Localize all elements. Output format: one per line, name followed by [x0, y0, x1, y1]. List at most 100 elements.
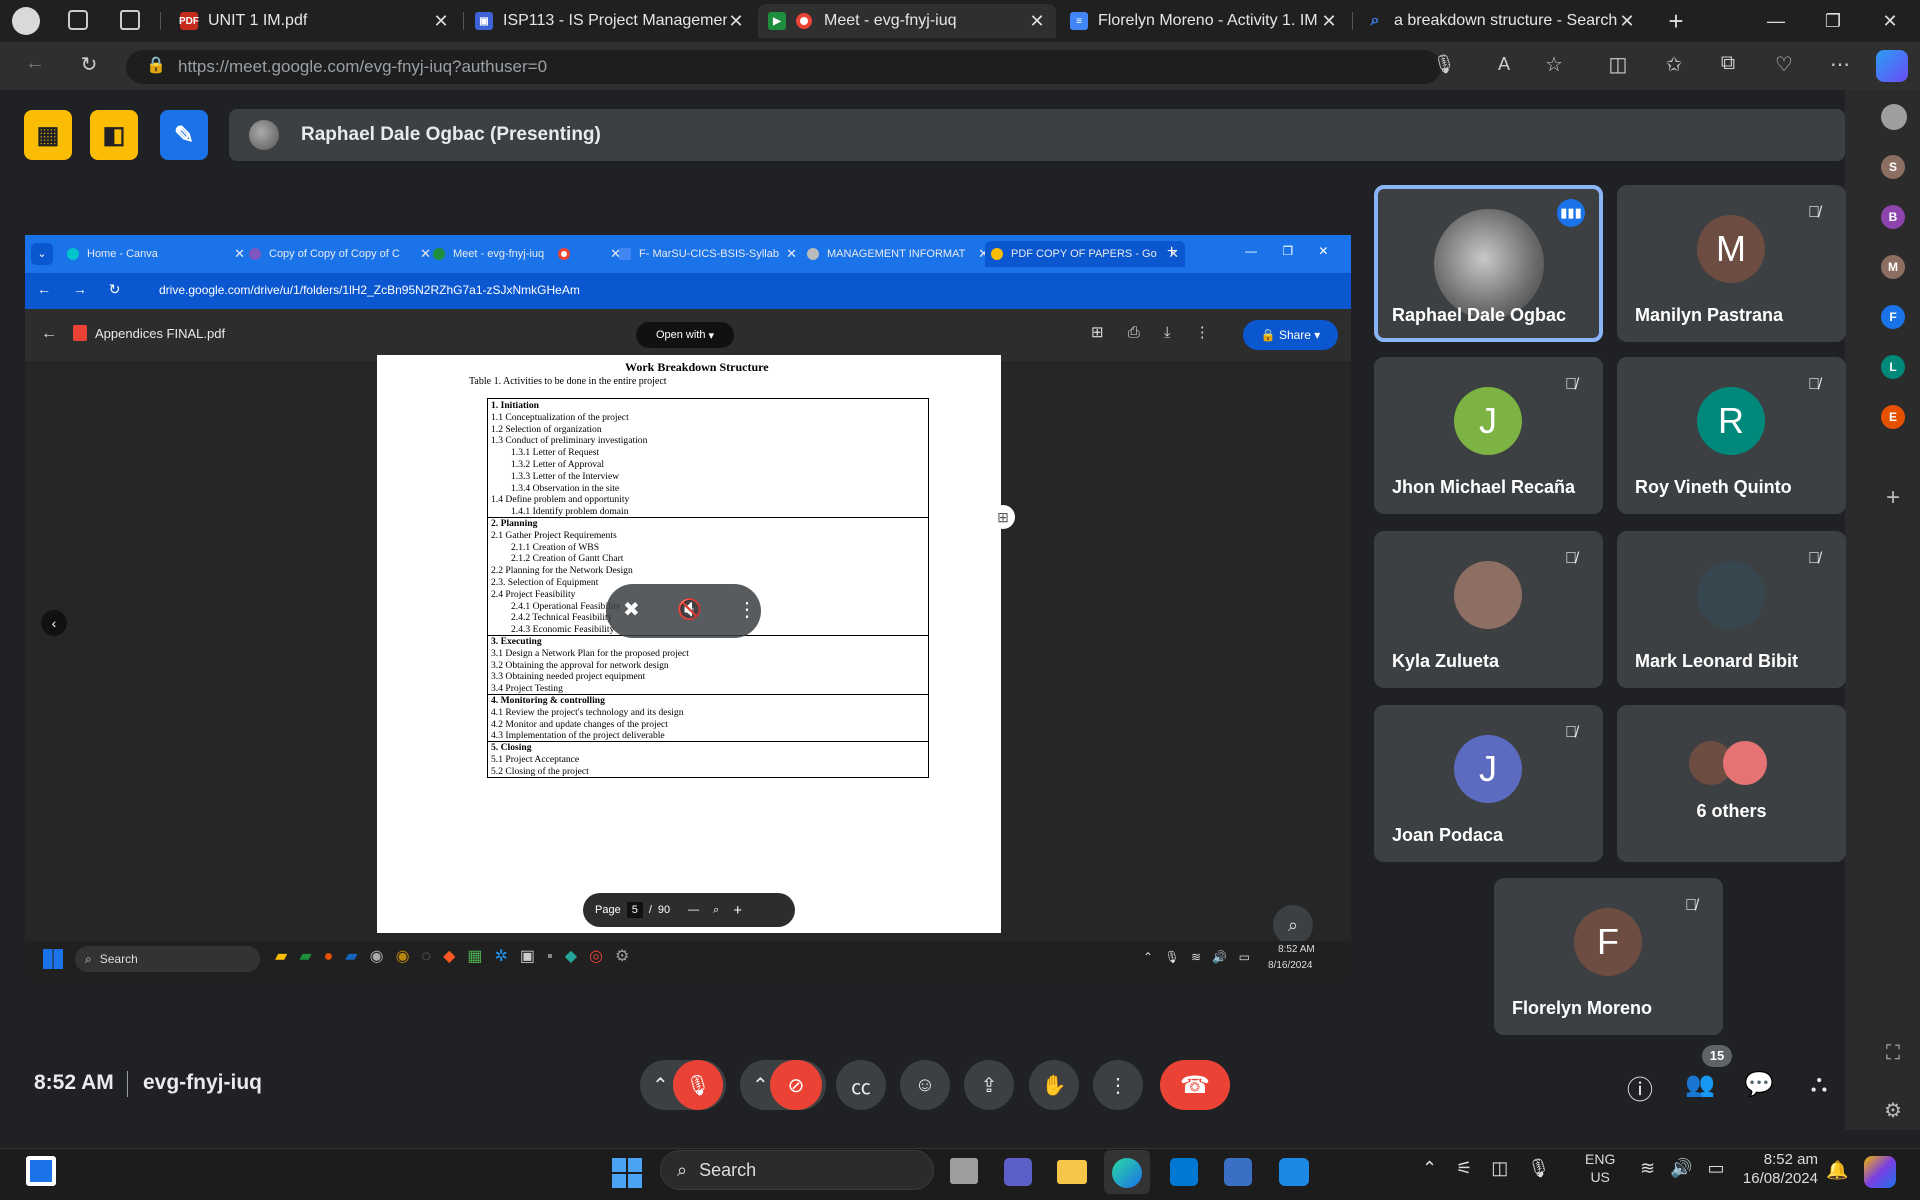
close-icon[interactable]: ✕: [1028, 11, 1046, 32]
split-screen-icon[interactable]: ◫: [1604, 52, 1632, 77]
camera-off-button[interactable]: ⊘: [770, 1060, 822, 1110]
shared-tab[interactable]: Copy of Copy of Copy of C ✕: [243, 241, 437, 267]
page-current-input[interactable]: 5: [626, 902, 643, 918]
mute-icon[interactable]: 🔇: [677, 597, 702, 622]
tray-icons[interactable]: ⌃ 🎙 ≋ 🔊 ▭: [1143, 950, 1250, 964]
mail-icon[interactable]: [1224, 1158, 1252, 1186]
close-icon[interactable]: ✕: [727, 11, 745, 32]
participant-tile[interactable]: Mark Leonard Bibit 🎙̸: [1617, 531, 1846, 688]
zoom-in-icon[interactable]: +: [733, 902, 742, 919]
widgets-icon[interactable]: [26, 1156, 56, 1186]
participant-tile[interactable]: J Joan Podaca 🎙̸: [1374, 705, 1603, 862]
taskbar-search-box[interactable]: ⌕ Search: [75, 946, 260, 972]
viewer-toolbar-icons[interactable]: ⊞ ⎙ ⤓ ⋮: [1091, 323, 1210, 341]
minimize-button[interactable]: —: [1756, 6, 1796, 36]
tab-search[interactable]: ⌕ a breakdown structure - Search ✕: [1356, 4, 1646, 38]
window-controls[interactable]: — ❐ ✕: [1245, 244, 1328, 258]
tray-icons[interactable]: ⌃ ⚟ ◫ 🎙: [1422, 1158, 1550, 1179]
participant-tile[interactable]: J Jhon Michael Recaña 🎙̸: [1374, 357, 1603, 514]
back-icon[interactable]: ←: [20, 52, 50, 75]
tab-isp113[interactable]: ▣ ISP113 - IS Project Management ✕: [465, 4, 755, 38]
emoji-button[interactable]: ☺: [900, 1060, 950, 1110]
taskbar-app-icons[interactable]: ▰▰●▰◉◉◌◆▦✲▣▪◆◎⚙: [275, 946, 641, 966]
sidebar-app-icon[interactable]: [1881, 104, 1907, 130]
participant-tile[interactable]: 6 others: [1617, 705, 1846, 862]
zoom-icon[interactable]: ⌕: [713, 904, 719, 917]
activities-icon[interactable]: ⛬: [1803, 1070, 1835, 1098]
leave-call-button[interactable]: ☎: [1160, 1060, 1230, 1110]
language-indicator[interactable]: ENG US: [1585, 1150, 1615, 1186]
people-icon[interactable]: 👥: [1683, 1070, 1717, 1099]
edge-taskbar-icon[interactable]: [1104, 1150, 1150, 1194]
prev-file-icon[interactable]: ‹: [41, 610, 67, 636]
browser-essentials-icon[interactable]: ♡: [1770, 52, 1798, 77]
shared-tab[interactable]: MANAGEMENT INFORMAT ✕: [801, 241, 995, 267]
participant-tile[interactable]: R Roy Vineth Quinto 🎙̸: [1617, 357, 1846, 514]
refresh-icon[interactable]: ↻: [74, 52, 104, 77]
shared-tab[interactable]: Home - Canva ✕: [61, 241, 251, 267]
copilot-icon[interactable]: [1876, 50, 1908, 82]
pin-off-icon[interactable]: ✖: [623, 597, 640, 622]
close-icon[interactable]: ✕: [432, 11, 450, 32]
new-tab-button[interactable]: +: [1656, 6, 1696, 36]
back-icon[interactable]: ←: [41, 325, 57, 343]
chat-icon[interactable]: 💬: [1743, 1070, 1775, 1099]
microphone-off-button[interactable]: 🎙: [673, 1060, 723, 1110]
close-window-button[interactable]: ✕: [1870, 6, 1910, 36]
store-icon[interactable]: [1170, 1158, 1198, 1186]
present-screen-button[interactable]: ⇪: [964, 1060, 1014, 1110]
favorites-icon[interactable]: ✩: [1660, 52, 1688, 77]
more-options-button[interactable]: ⋮: [1093, 1060, 1143, 1110]
tab-actions-icon[interactable]: [120, 10, 140, 30]
zoom-out-icon[interactable]: —: [688, 904, 699, 916]
sidebar-app-b[interactable]: B: [1881, 205, 1905, 229]
collections-icon[interactable]: ⧉: [1714, 52, 1742, 75]
participant-tile[interactable]: M Manilyn Pastrana 🎙̸: [1617, 185, 1846, 342]
nav-icons[interactable]: ← → ↻: [37, 281, 121, 298]
sidebar-app-s[interactable]: S: [1881, 155, 1905, 179]
new-tab-icon[interactable]: +: [1167, 243, 1176, 261]
maximize-button[interactable]: ❐: [1813, 6, 1853, 36]
shared-url[interactable]: drive.google.com/drive/u/1/folders/1lH2_…: [159, 283, 580, 297]
participant-tile[interactable]: Kyla Zulueta 🎙̸: [1374, 531, 1603, 688]
onedrive-icon[interactable]: [1279, 1158, 1309, 1186]
more-icon[interactable]: ⋯: [1826, 52, 1854, 77]
close-icon[interactable]: ✕: [780, 246, 797, 262]
participant-tile[interactable]: Raphael Dale Ogbac ▮▮▮: [1374, 185, 1603, 342]
add-icon[interactable]: +: [1880, 484, 1906, 512]
add-comment-icon[interactable]: ⊞: [991, 505, 1015, 529]
sidebar-app-f[interactable]: F: [1881, 305, 1905, 329]
open-with-button[interactable]: Open with ▾: [636, 322, 734, 348]
taskbar-clock[interactable]: 8:52 am 16/08/2024: [1738, 1150, 1818, 1188]
mic-icon[interactable]: 🎙: [1430, 54, 1458, 75]
meeting-info-icon[interactable]: ⓘ: [1624, 1070, 1656, 1107]
raise-hand-button[interactable]: ✋: [1029, 1060, 1079, 1110]
shared-tab[interactable]: Meet - evg-fnyj-iuq ✕: [427, 241, 627, 267]
more-options-icon[interactable]: ⋮: [737, 597, 757, 622]
settings-gear-icon[interactable]: ⚙: [1880, 1098, 1906, 1123]
share-button[interactable]: 🔒 Share ▾: [1243, 320, 1338, 350]
taskbar-search[interactable]: ⌕ Search: [660, 1150, 934, 1190]
shared-tab-active[interactable]: PDF COPY OF PAPERS - Go ✕: [985, 241, 1185, 267]
close-icon[interactable]: ✕: [1618, 11, 1636, 32]
tab-search-icon[interactable]: ⌄: [31, 243, 53, 265]
windows-logo-icon[interactable]: [43, 949, 63, 969]
zoom-lens-icon[interactable]: ⌕: [1273, 905, 1313, 945]
notification-bell-icon[interactable]: 🔔: [1826, 1160, 1848, 1181]
layout-button[interactable]: ◧: [90, 110, 138, 160]
tab-docs-activity[interactable]: ≡ Florelyn Moreno - Activity 1. IM ✕: [1060, 4, 1348, 38]
file-explorer-icon[interactable]: [1057, 1160, 1087, 1184]
close-icon[interactable]: ✕: [1320, 11, 1338, 32]
start-button[interactable]: [612, 1158, 642, 1188]
sidebar-app-m[interactable]: M: [1881, 255, 1905, 279]
read-aloud-icon[interactable]: A: [1490, 54, 1518, 75]
profile-avatar[interactable]: [12, 7, 40, 35]
workspaces-icon[interactable]: [68, 10, 88, 30]
sidebar-app-e[interactable]: E: [1881, 405, 1905, 429]
teams-icon[interactable]: [1004, 1158, 1032, 1186]
participant-tile[interactable]: F Florelyn Moreno 🎙̸: [1494, 878, 1723, 1035]
shared-tab[interactable]: F- MarSU-CICS-BSIS-Syllab ✕: [613, 241, 803, 267]
system-tray-icons[interactable]: ≋ 🔊 ▭: [1640, 1158, 1725, 1179]
lock-icon[interactable]: 🔒: [144, 55, 168, 75]
screenshot-icon[interactable]: ⛶: [1880, 1042, 1906, 1065]
